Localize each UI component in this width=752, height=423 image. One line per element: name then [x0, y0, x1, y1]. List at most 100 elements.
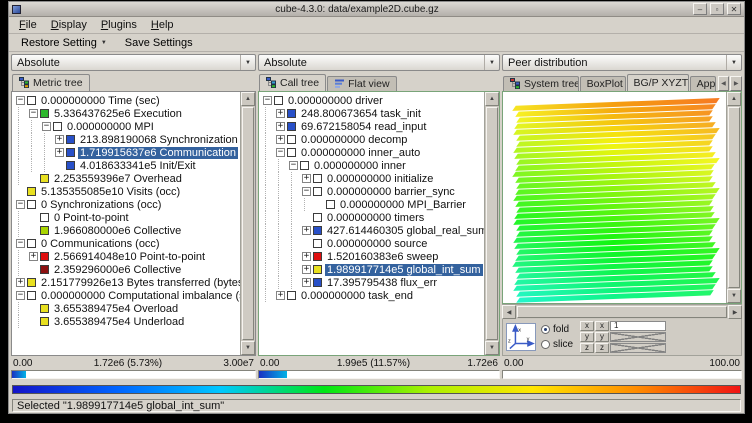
tree-node-label[interactable]: 2.566914048e10 Point-to-point	[52, 251, 207, 263]
scroll-right-icon[interactable]: ▶	[728, 305, 742, 319]
tree-node-label[interactable]: 0.000000000 task_end	[299, 290, 415, 302]
restore-setting-button[interactable]: Restore Setting ▼	[14, 35, 114, 51]
tree-node-label[interactable]: 0.000000000 driver	[286, 95, 385, 107]
tree-node[interactable]: +17.395795438 flux_err	[261, 276, 484, 289]
tree-node-label[interactable]: 0 Synchronizations (occ)	[39, 199, 163, 211]
tab-system-tree[interactable]: System tree	[503, 76, 579, 91]
tree-node[interactable]: +213.898190068 Synchronization	[14, 133, 240, 146]
tab-metric-tree[interactable]: Metric tree	[12, 74, 90, 91]
tree-node[interactable]: +427.614460305 global_real_sum	[261, 224, 484, 237]
tree-node[interactable]: − 0 Communications (occ)	[14, 237, 240, 250]
tree-node-label[interactable]: 0.000000000 MPI	[65, 121, 156, 133]
tree-node-label[interactable]: 0.000000000 MPI_Barrier	[338, 199, 468, 211]
tab-call-tree[interactable]: Call tree	[259, 74, 326, 91]
call-mode-combo[interactable]: Absolute ▼	[258, 54, 500, 71]
tree-node-label[interactable]: 17.395795438 flux_err	[325, 277, 439, 289]
collapse-icon[interactable]: −	[16, 200, 25, 209]
tree-node[interactable]: −5.336437625e6 Execution	[14, 107, 240, 120]
tree-node[interactable]: +1.989917714e5 global_int_sum	[261, 263, 484, 276]
tree-node-label[interactable]: 427.614460305 global_real_sum	[325, 225, 484, 237]
tree-node-label[interactable]: 0 Point-to-point	[52, 212, 131, 224]
scroll-thumb[interactable]	[486, 107, 498, 340]
tree-node[interactable]: +0.000000000 task_end	[261, 289, 484, 302]
tree-node[interactable]: +0.000000000 decomp	[261, 133, 484, 146]
tree-node[interactable]: 2.359296000e6 Collective	[14, 263, 240, 276]
tree-node[interactable]: − 0 Synchronizations (occ)	[14, 198, 240, 211]
scroll-up-icon[interactable]: ▲	[485, 92, 499, 106]
tree-node-label[interactable]: 1.520160383e6 sweep	[325, 251, 440, 263]
tree-node[interactable]: 3.655389475e4 Underload	[14, 315, 240, 328]
expand-icon[interactable]: +	[16, 278, 25, 287]
tree-node-label[interactable]: 0.000000000 inner_auto	[299, 147, 422, 159]
menu-plugins[interactable]: Plugins	[94, 18, 144, 32]
scroll-up-icon[interactable]: ▲	[241, 92, 255, 106]
tree-node-label[interactable]: 2.151779926e13 Bytes transferred (bytes)	[39, 277, 240, 289]
tree-node[interactable]: +248.800673654 task_init	[261, 107, 484, 120]
metric-mode-combo[interactable]: Absolute ▼	[11, 54, 256, 71]
tree-node-label[interactable]: 0.000000000 Time (sec)	[39, 95, 162, 107]
scroll-down-icon[interactable]: ▼	[727, 289, 741, 303]
menu-file[interactable]: File	[12, 18, 44, 32]
minimize-button[interactable]: ‒	[693, 3, 707, 15]
topology-plot[interactable]	[503, 88, 726, 308]
tree-node[interactable]: 0.000000000 MPI_Barrier	[261, 198, 484, 211]
tree-node[interactable]: 5.135355085e10 Visits (occ)	[14, 185, 240, 198]
tree-node-label[interactable]: 0.000000000 barrier_sync	[325, 186, 457, 198]
tree-node[interactable]: −0.000000000 Computational imbalance (se…	[14, 289, 240, 302]
tree-node-label[interactable]: 0.000000000 timers	[325, 212, 426, 224]
tree-node[interactable]: −0.000000000 inner	[261, 159, 484, 172]
tree-node-label[interactable]: 69.672158054 read_input	[299, 121, 428, 133]
scroll-thumb[interactable]	[517, 306, 727, 318]
dim-x-button[interactable]: x	[580, 321, 594, 331]
tree-node[interactable]: 0.000000000 timers	[261, 211, 484, 224]
collapse-icon[interactable]: −	[16, 239, 25, 248]
tree-node-label[interactable]: 0.000000000 source	[325, 238, 429, 250]
collapse-icon[interactable]: −	[16, 96, 25, 105]
tree-node[interactable]: +0.000000000 initialize	[261, 172, 484, 185]
tree-node-label[interactable]: 0.000000000 inner	[312, 160, 408, 172]
menu-display[interactable]: Display	[44, 18, 94, 32]
tree-node-label[interactable]: 4.018633341e5 Init/Exit	[78, 160, 198, 172]
dim-z-axis-button[interactable]: z	[595, 343, 609, 353]
collapse-icon[interactable]: −	[263, 96, 272, 105]
tree-node-label[interactable]: 0.000000000 decomp	[299, 134, 409, 146]
tab-flat-view[interactable]: Flat view	[327, 76, 396, 91]
maximize-button[interactable]: ▫	[710, 3, 724, 15]
tree-node[interactable]: +69.672158054 read_input	[261, 120, 484, 133]
close-button[interactable]: ✕	[727, 3, 741, 15]
scroll-down-icon[interactable]: ▼	[241, 341, 255, 355]
system-mode-combo[interactable]: Peer distribution ▼	[502, 54, 742, 71]
tree-node[interactable]: − 0.000000000 driver	[261, 94, 484, 107]
tab-boxplot[interactable]: BoxPlot	[580, 76, 626, 91]
tree-node-label[interactable]: 2.253559396e7 Overhead	[52, 173, 184, 185]
fold-radio[interactable]: fold	[541, 324, 573, 335]
dim-x-value[interactable]: 1	[610, 321, 666, 331]
scroll-thumb[interactable]	[728, 107, 740, 288]
scroll-thumb[interactable]	[242, 107, 254, 340]
tree-node[interactable]: 0 Point-to-point	[14, 211, 240, 224]
menu-help[interactable]: Help	[144, 18, 181, 32]
scroll-up-icon[interactable]: ▲	[727, 92, 741, 106]
tree-node-label[interactable]: 1.966080000e6 Collective	[52, 225, 183, 237]
tree-node[interactable]: −0.000000000 MPI	[14, 120, 240, 133]
dim-y-button[interactable]: y	[580, 332, 594, 342]
tree-node[interactable]: 0.000000000 source	[261, 237, 484, 250]
tree-node-label[interactable]: 0.000000000 Computational imbalance (sec…	[39, 290, 240, 302]
tree-node[interactable]: +1.520160383e6 sweep	[261, 250, 484, 263]
axes-icon[interactable]: x y z	[506, 323, 536, 351]
tree-node[interactable]: 4.018633341e5 Init/Exit	[14, 159, 240, 172]
tree-node-label[interactable]: 213.898190068 Synchronization	[78, 134, 240, 146]
tree-node-label[interactable]: 1.719915637e6 Communication	[78, 147, 238, 159]
scroll-down-icon[interactable]: ▼	[485, 341, 499, 355]
dim-z-button[interactable]: z	[580, 343, 594, 353]
tree-node-label[interactable]: 3.655389475e4 Overload	[52, 303, 180, 315]
tree-node-label[interactable]: 3.655389475e4 Underload	[52, 316, 186, 328]
tree-node-label[interactable]: 0 Communications (occ)	[39, 238, 162, 250]
tree-node[interactable]: +2.566914048e10 Point-to-point	[14, 250, 240, 263]
tree-node[interactable]: 1.966080000e6 Collective	[14, 224, 240, 237]
tree-node-label[interactable]: 5.336437625e6 Execution	[52, 108, 184, 120]
tree-node[interactable]: 2.253559396e7 Overhead	[14, 172, 240, 185]
tree-node[interactable]: −0.000000000 inner_auto	[261, 146, 484, 159]
tree-node-label[interactable]: 2.359296000e6 Collective	[52, 264, 183, 276]
tree-node[interactable]: 3.655389475e4 Overload	[14, 302, 240, 315]
